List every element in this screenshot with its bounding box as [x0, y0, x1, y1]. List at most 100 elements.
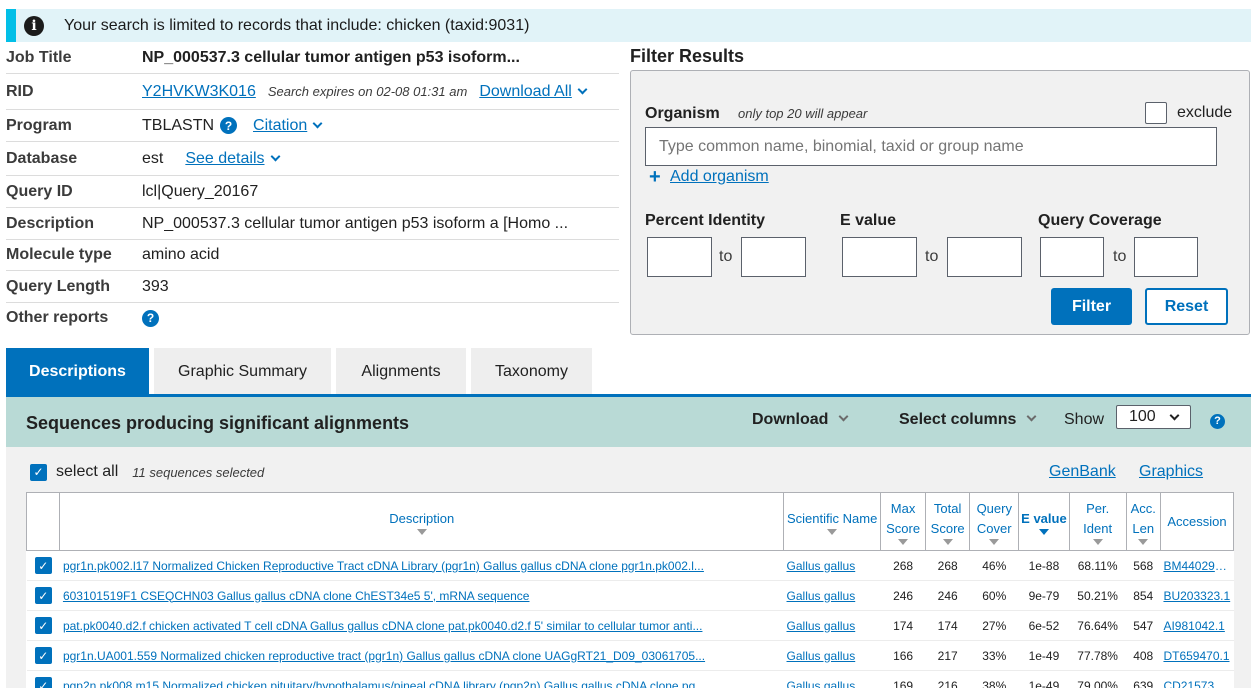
row-accession-link[interactable]: DT659470.1 [1160, 640, 1234, 671]
select-columns-menu[interactable]: Select columns [899, 411, 1037, 429]
row-select-checkbox[interactable]: ✓ [34, 587, 52, 604]
row-description-link[interactable]: pgr1n.UA001.559 Normalized chicken repro… [59, 640, 784, 671]
results-title: Sequences producing significant alignmen… [26, 413, 410, 433]
result-tabs: Descriptions Graphic Summary Alignments … [6, 348, 597, 395]
chevron-down-icon[interactable] [577, 84, 588, 95]
header-total-score[interactable]: Total Score [924, 492, 971, 551]
organism-note: only top 20 will appear [738, 106, 868, 121]
sort-arrow-icon [942, 538, 953, 545]
row-scientific-name-link[interactable]: Gallus gallus [783, 610, 881, 641]
job-title: NP_000537.3 cellular tumor antigen p53 i… [142, 48, 520, 66]
help-icon[interactable]: ? [1210, 411, 1225, 429]
row-accession-link[interactable]: AI981042.1 [1160, 610, 1234, 641]
table-row: ✓ 603101519F1 CSEQCHN03 Gallus gallus cDN… [26, 580, 1234, 611]
header-e-value[interactable]: E value [1018, 492, 1070, 551]
row-accession-link[interactable]: CD215735.1 [1160, 670, 1234, 688]
row-description-link[interactable]: pat.pk0040.d2.f chicken activated T cell… [59, 610, 784, 641]
filter-panel: Organism only top 20 will appear exclude… [630, 70, 1250, 335]
header-max-score[interactable]: Max Score [880, 492, 926, 551]
row-accession-link[interactable]: BU203323.1 [1160, 580, 1234, 611]
row-scientific-name-link[interactable]: Gallus gallus [783, 580, 881, 611]
citation-link[interactable]: Citation [253, 117, 307, 135]
download-menu[interactable]: Download [752, 411, 849, 429]
header-description-label: Description [389, 510, 455, 526]
select-all-checkbox[interactable]: ✓ [30, 463, 47, 481]
query-coverage-label: Query Coverage [1038, 212, 1162, 229]
row-checkbox[interactable]: ✓ [26, 550, 60, 581]
chevron-down-icon[interactable] [270, 151, 280, 162]
header-accession[interactable]: Accession [1159, 492, 1235, 551]
show-count-select[interactable]: 100 [1116, 405, 1191, 429]
row-description-link[interactable]: 603101519F1 CSEQCHN03 Gallus gallus cDNA… [59, 580, 784, 611]
chevron-down-icon [1169, 410, 1180, 421]
sort-arrow-icon [1038, 528, 1049, 535]
reset-button[interactable]: Reset [1145, 288, 1228, 325]
row-description-link[interactable]: pgp2n.pk008.m15 Normalized chicken pitui… [59, 670, 784, 688]
plus-icon[interactable]: + [649, 166, 661, 189]
help-icon[interactable]: ? [220, 117, 238, 134]
tab-alignments[interactable]: Alignments [336, 348, 466, 395]
row-scientific-name-link[interactable]: Gallus gallus [783, 640, 881, 671]
percent-identity-max-input[interactable] [741, 237, 806, 277]
row-select-checkbox[interactable]: ✓ [34, 617, 52, 634]
header-query-cover[interactable]: Query Cover [969, 492, 1020, 551]
database-value: est [142, 149, 164, 167]
query-coverage-min-input[interactable] [1040, 237, 1104, 277]
row-description-link[interactable]: pgr1n.pk002.l17 Normalized Chicken Repro… [59, 550, 784, 581]
row-select-checkbox[interactable]: ✓ [34, 647, 52, 664]
row-acc-len: 639 [1126, 670, 1161, 688]
exclude-checkbox[interactable] [1145, 102, 1167, 124]
filter-button[interactable]: Filter [1051, 288, 1132, 325]
chevron-down-icon[interactable] [312, 118, 323, 129]
row-max-score: 174 [880, 610, 926, 641]
exclude-label: exclude [1177, 104, 1233, 121]
tab-descriptions[interactable]: Descriptions [6, 348, 149, 395]
row-query-cover: 27% [969, 610, 1019, 641]
help-icon[interactable]: ? [142, 309, 159, 327]
header-scientific-name[interactable]: Scientific Name [783, 492, 882, 551]
search-expires: Search expires on 02-08 01:31 am [267, 84, 468, 99]
table-row: ✓ pgr1n.pk002.l17 Normalized Chicken Repr… [26, 550, 1234, 581]
header-query-cover-label: Query Cover [976, 500, 1012, 536]
program-value: TBLASTN [142, 116, 215, 134]
header-per-ident[interactable]: Per. Ident [1068, 492, 1127, 551]
header-max-score-label: Max Score [886, 500, 921, 536]
query-coverage-max-input[interactable] [1134, 237, 1198, 277]
row-checkbox[interactable]: ✓ [26, 610, 60, 641]
rid-link[interactable]: Y2HVKW3K016 [142, 83, 256, 101]
job-info: Job Title NP_000537.3 cellular tumor ant… [6, 42, 619, 333]
select-all[interactable]: ✓ select all 11 sequences selected [30, 463, 264, 481]
evalue-min-input[interactable] [842, 237, 917, 277]
row-checkbox[interactable]: ✓ [26, 670, 60, 688]
organism-input[interactable]: Type common name, binomial, taxid or gro… [645, 127, 1217, 166]
row-checkbox[interactable]: ✓ [26, 640, 60, 671]
genbank-link[interactable]: GenBank [1049, 463, 1116, 481]
row-max-score: 166 [880, 640, 926, 671]
table-row: ✓ pgp2n.pk008.m15 Normalized chicken pitu… [26, 670, 1234, 688]
evalue-max-input[interactable] [947, 237, 1022, 277]
molecule-type-value: amino acid [142, 246, 220, 263]
percent-identity-min-input[interactable] [647, 237, 712, 277]
evalue-label: E value [840, 212, 897, 229]
row-checkbox[interactable]: ✓ [26, 580, 60, 611]
download-all-link[interactable]: Download All [479, 83, 572, 101]
description-value: NP_000537.3 cellular tumor antigen p53 i… [142, 214, 569, 232]
row-accession-link[interactable]: BM440292.1 [1160, 550, 1234, 581]
job-title-row: Job Title NP_000537.3 cellular tumor ant… [6, 42, 619, 74]
header-acc-len[interactable]: Acc. Len [1125, 492, 1161, 551]
graphics-link[interactable]: Graphics [1139, 463, 1203, 481]
row-acc-len: 568 [1126, 550, 1161, 581]
selected-count: 11 sequences selected [132, 464, 265, 480]
header-description[interactable]: Description [59, 492, 785, 551]
header-total-score-label: Total Score [930, 500, 965, 536]
to-label: to [1113, 248, 1127, 265]
tab-graphic-summary[interactable]: Graphic Summary [154, 348, 331, 395]
row-select-checkbox[interactable]: ✓ [34, 557, 52, 574]
row-scientific-name-link[interactable]: Gallus gallus [783, 670, 881, 688]
tab-taxonomy[interactable]: Taxonomy [471, 348, 592, 395]
row-select-checkbox[interactable]: ✓ [34, 677, 52, 688]
row-total-score: 174 [925, 610, 970, 641]
add-organism-link[interactable]: Add organism [670, 168, 769, 186]
see-details-link[interactable]: See details [185, 150, 264, 168]
row-scientific-name-link[interactable]: Gallus gallus [783, 550, 881, 581]
